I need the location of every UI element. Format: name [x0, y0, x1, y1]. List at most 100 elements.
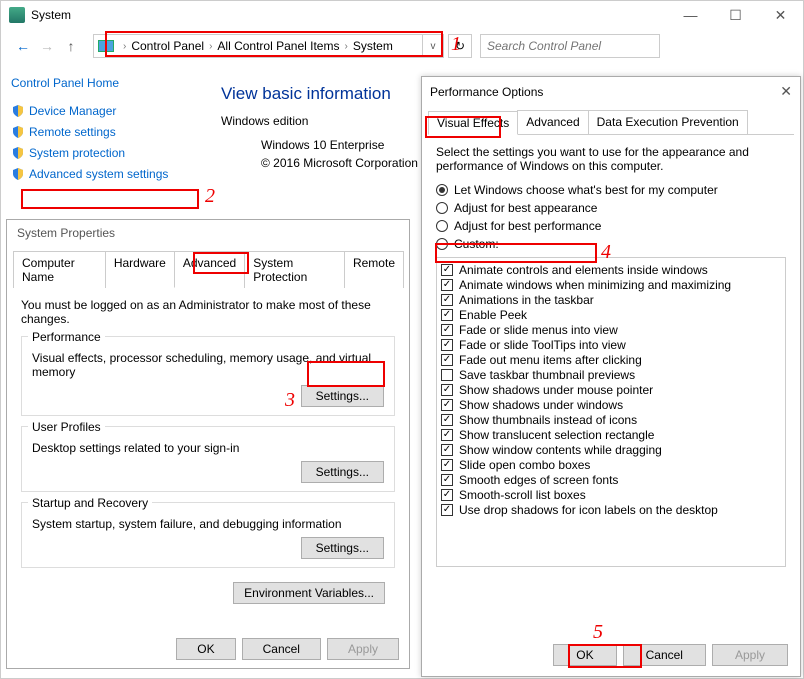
checklist-item[interactable]: ✓Smooth edges of screen fonts — [441, 473, 781, 487]
cancel-button[interactable]: Cancel — [623, 644, 706, 666]
performance-settings-button[interactable]: Settings... — [301, 385, 384, 407]
pc-icon — [98, 40, 114, 52]
startup-settings-button[interactable]: Settings... — [301, 537, 384, 559]
checklist-label: Animations in the taskbar — [459, 293, 594, 307]
tab-dep[interactable]: Data Execution Prevention — [588, 110, 748, 134]
tab-visual-effects[interactable]: Visual Effects — [428, 111, 518, 135]
apply-button[interactable]: Apply — [327, 638, 399, 660]
checklist-label: Fade or slide ToolTips into view — [459, 338, 626, 352]
cancel-button[interactable]: Cancel — [242, 638, 321, 660]
checklist-item[interactable]: ✓Smooth-scroll list boxes — [441, 488, 781, 502]
checklist-item[interactable]: ✓Show shadows under mouse pointer — [441, 383, 781, 397]
checkbox-icon: ✓ — [441, 324, 453, 336]
device-manager-link[interactable]: Device Manager — [11, 104, 211, 118]
admin-note: You must be logged on as an Administrato… — [21, 298, 395, 326]
shield-icon — [11, 104, 25, 118]
window-controls: — ☐ ✕ — [668, 1, 803, 29]
checklist-item[interactable]: ✓Slide open combo boxes — [441, 458, 781, 472]
checklist-item[interactable]: ✓Animations in the taskbar — [441, 293, 781, 307]
dialog-titlebar: Performance Options ✕ — [422, 77, 800, 106]
performance-options-dialog: Performance Options ✕ Visual Effects Adv… — [421, 76, 801, 677]
radio-icon — [436, 202, 448, 214]
checklist-item[interactable]: ✓Animate windows when minimizing and max… — [441, 278, 781, 292]
minimize-button[interactable]: — — [668, 1, 713, 29]
group-label: Startup and Recovery — [28, 496, 152, 510]
startup-recovery-group: Startup and Recovery System startup, sys… — [21, 502, 395, 568]
checkbox-icon: ✓ — [441, 354, 453, 366]
tab-remote[interactable]: Remote — [344, 251, 404, 288]
checklist-label: Enable Peek — [459, 308, 527, 322]
left-panel: Control Panel Home Device Manager Remote… — [11, 76, 211, 188]
checklist-item[interactable]: ✓ Fade or slide ToolTips into view — [441, 338, 781, 352]
search-input[interactable] — [480, 34, 660, 58]
performance-group: Performance Visual effects, processor sc… — [21, 336, 395, 416]
breadcrumb-dropdown[interactable]: v — [422, 34, 444, 58]
control-panel-home-link[interactable]: Control Panel Home — [11, 76, 211, 90]
system-protection-link[interactable]: System protection — [11, 146, 211, 160]
radio-icon — [436, 220, 448, 232]
checkbox-icon: ✓ — [441, 459, 453, 471]
user-profiles-group: User Profiles Desktop settings related t… — [21, 426, 395, 492]
checklist-label: Show window contents while dragging — [459, 443, 662, 457]
group-desc: Desktop settings related to your sign-in — [32, 441, 384, 455]
ok-button[interactable]: OK — [176, 638, 235, 660]
maximize-button[interactable]: ☐ — [713, 1, 758, 29]
visual-effects-checklist[interactable]: ✓Animate controls and elements inside wi… — [436, 257, 786, 567]
group-desc: System startup, system failure, and debu… — [32, 517, 384, 531]
checklist-label: Smooth edges of screen fonts — [459, 473, 618, 487]
close-button[interactable]: ✕ — [758, 1, 803, 29]
checklist-item[interactable]: ✓Animate controls and elements inside wi… — [441, 263, 781, 277]
back-button[interactable]: ← — [11, 34, 35, 58]
checklist-label: Use drop shadows for icon labels on the … — [459, 503, 718, 517]
dialog-footer: OK Cancel Apply — [553, 644, 788, 666]
up-button[interactable]: ↑ — [59, 34, 83, 58]
radio-best-appearance[interactable]: Adjust for best appearance — [436, 201, 786, 215]
group-desc: Visual effects, processor scheduling, me… — [32, 351, 384, 379]
ok-button[interactable]: OK — [553, 644, 616, 666]
radio-best-performance[interactable]: Adjust for best performance — [436, 219, 786, 233]
checklist-item[interactable]: ✓Show translucent selection rectangle — [441, 428, 781, 442]
tab-advanced[interactable]: Advanced — [174, 251, 245, 288]
breadcrumb-sep-icon: › — [344, 41, 347, 52]
crumb-control-panel[interactable]: Control Panel — [131, 39, 204, 53]
checklist-item[interactable]: ✓Show thumbnails instead of icons — [441, 413, 781, 427]
annotation-box-2 — [21, 189, 199, 209]
tab-system-protection[interactable]: System Protection — [244, 251, 345, 288]
tab-hardware[interactable]: Hardware — [105, 251, 175, 288]
refresh-button[interactable]: ↻ — [448, 34, 472, 58]
checklist-item[interactable]: ✓Fade or slide menus into view — [441, 323, 781, 337]
environment-variables-button[interactable]: Environment Variables... — [233, 582, 385, 604]
radio-label: Custom: — [454, 237, 499, 251]
tab-body: Select the settings you want to use for … — [422, 135, 800, 577]
checklist-label: Show shadows under windows — [459, 398, 623, 412]
user-profiles-settings-button[interactable]: Settings... — [301, 461, 384, 483]
dialog-title: Performance Options — [430, 85, 543, 99]
dialog-title: System Properties — [7, 220, 409, 246]
dialog-footer: OK Cancel Apply — [176, 638, 399, 660]
remote-settings-link[interactable]: Remote settings — [11, 125, 211, 139]
tab-computer-name[interactable]: Computer Name — [13, 251, 106, 288]
checklist-item[interactable]: Save taskbar thumbnail previews — [441, 368, 781, 382]
forward-button[interactable]: → — [35, 34, 59, 58]
checklist-item[interactable]: ✓ Use drop shadows for icon labels on the… — [441, 503, 781, 517]
annotation-number-2: 2 — [205, 185, 215, 208]
radio-let-windows-choose[interactable]: Let Windows choose what's best for my co… — [436, 183, 786, 197]
checkbox-icon: ✓ — [441, 504, 453, 516]
breadcrumb-sep-icon: › — [123, 41, 126, 52]
link-label: Device Manager — [29, 104, 116, 118]
breadcrumb[interactable]: › Control Panel › All Control Panel Item… — [93, 34, 423, 58]
tab-advanced[interactable]: Advanced — [517, 110, 588, 134]
checkbox-icon: ✓ — [441, 339, 453, 351]
checklist-item[interactable]: ✓Enable Peek — [441, 308, 781, 322]
checklist-item[interactable]: ✓Show shadows under windows — [441, 398, 781, 412]
apply-button[interactable]: Apply — [712, 644, 788, 666]
advanced-system-settings-link[interactable]: Advanced system settings — [11, 167, 211, 181]
crumb-system[interactable]: System — [353, 39, 393, 53]
close-button[interactable]: ✕ — [780, 83, 792, 100]
checklist-item[interactable]: ✓Fade out menu items after clicking — [441, 353, 781, 367]
checklist-item[interactable]: ✓Show window contents while dragging — [441, 443, 781, 457]
crumb-all-items[interactable]: All Control Panel Items — [217, 39, 339, 53]
checkbox-icon: ✓ — [441, 489, 453, 501]
radio-custom[interactable]: Custom: — [436, 237, 786, 251]
radio-label: Adjust for best performance — [454, 219, 601, 233]
